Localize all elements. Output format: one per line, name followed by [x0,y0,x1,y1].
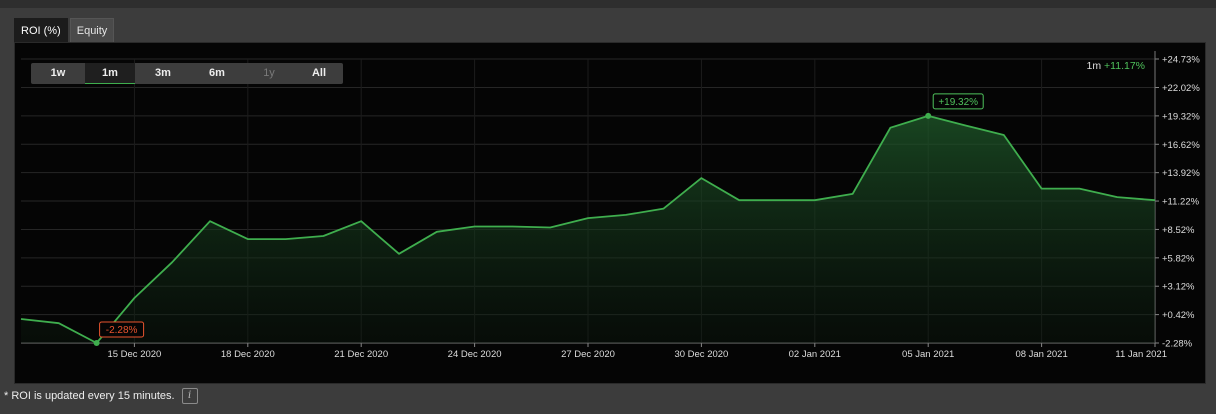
chart-footer: * ROI is updated every 15 minutes. i [4,388,198,404]
x-tick-label: 18 Dec 2020 [221,349,275,360]
y-tick-label: +13.92% [1162,168,1200,179]
y-tick-label: +0.42% [1162,310,1195,321]
info-icon[interactable]: i [181,388,198,404]
y-tick-label: +3.12% [1162,282,1195,293]
y-tick-label: +8.52% [1162,225,1195,236]
range-button-1w[interactable]: 1w [31,63,85,84]
x-tick-label: 27 Dec 2020 [561,349,615,360]
y-tick-label: +11.22% [1162,197,1200,208]
range-button-1m[interactable]: 1m [85,63,135,84]
range-button-all[interactable]: All [295,63,343,84]
roi-update-note: * ROI is updated every 15 minutes. [4,390,175,402]
top-divider [0,0,1216,8]
y-tick-label: -2.28% [1162,339,1193,350]
range-selector: 1w 1m 3m 6m 1y All [31,63,343,84]
x-tick-label: 02 Jan 2021 [789,349,841,360]
y-tick-label: +16.62% [1162,140,1200,151]
x-tick-label: 24 Dec 2020 [448,349,502,360]
annotation-label-max: +19.32% [938,97,978,108]
summary-value: +11.17% [1104,60,1145,72]
range-button-3m[interactable]: 3m [135,63,191,84]
range-button-1y[interactable]: 1y [243,63,295,84]
data-point-min [93,340,100,346]
x-tick-label: 21 Dec 2020 [334,349,388,360]
x-tick-label: 08 Jan 2021 [1015,349,1067,360]
y-tick-label: +24.73% [1162,55,1200,66]
summary-label: 1m +11.17% [1087,60,1145,72]
x-tick-label: 11 Jan 2021 [1115,349,1167,360]
x-tick-label: 05 Jan 2021 [902,349,954,360]
annotation-label-min: -2.28% [106,325,138,336]
y-tick-label: +22.02% [1162,83,1200,94]
y-tick-label: +5.82% [1162,253,1195,264]
data-point-max [925,112,932,119]
tab-roi[interactable]: ROI (%) [14,18,68,44]
chart-tabs: ROI (%) Equity [14,18,116,44]
chart-panel: +24.73% +22.02% +19.32% +16.62% +13.92% +11.2… [14,42,1206,384]
y-tick-label: +19.32% [1162,111,1200,122]
x-tick-label: 30 Dec 2020 [674,349,728,360]
range-button-6m[interactable]: 6m [191,63,243,84]
x-tick-label: 15 Dec 2020 [107,349,161,360]
roi-chart: +24.73% +22.02% +19.32% +16.62% +13.92% +11.2… [20,51,1200,360]
summary-period: 1m [1087,60,1105,72]
tab-equity[interactable]: Equity [69,18,115,44]
